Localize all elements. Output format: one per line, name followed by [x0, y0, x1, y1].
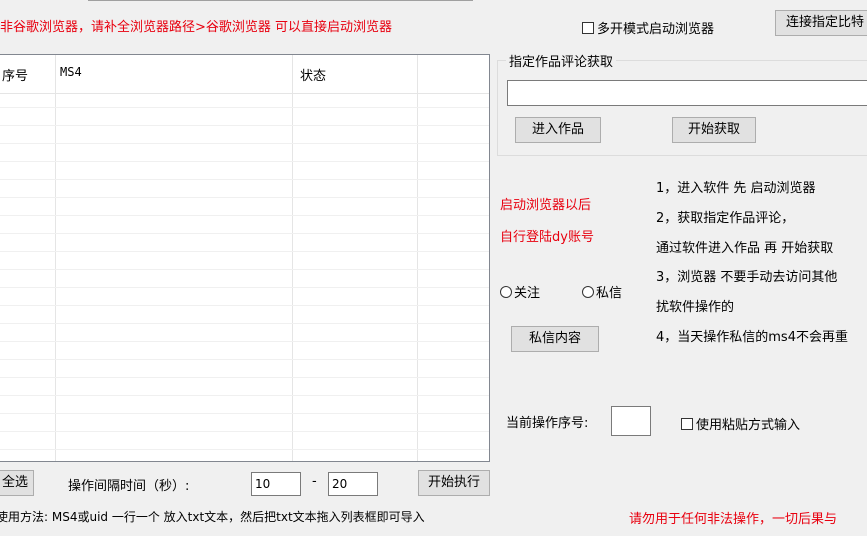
top-divider — [88, 0, 473, 1]
login-notice-line1: 启动浏览器以后 — [500, 198, 592, 213]
interval-min-input[interactable] — [251, 472, 301, 496]
enter-work-button[interactable]: 进入作品 — [515, 117, 601, 143]
usage-instructions: 使用方法: MS4或uid 一行一个 放入txt文本，然后把txt文本拖入列表框… — [0, 510, 425, 524]
row-divider — [0, 233, 489, 234]
select-all-button[interactable]: 全选 — [0, 470, 34, 496]
column-divider — [55, 55, 56, 461]
row-divider — [0, 287, 489, 288]
instruction-line: 扰软件操作的 — [656, 300, 735, 315]
row-divider — [0, 161, 489, 162]
radio-icon[interactable] — [500, 285, 512, 298]
checkbox-icon[interactable] — [681, 417, 693, 430]
message-label: 私信 — [596, 286, 623, 301]
row-divider — [0, 125, 489, 126]
column-index[interactable]: 序号 — [2, 65, 28, 84]
list-header: 序号 MS4 状态 — [0, 55, 489, 94]
row-divider — [0, 305, 489, 306]
row-divider — [0, 323, 489, 324]
row-divider — [0, 341, 489, 342]
follow-label: 关注 — [514, 286, 541, 301]
row-divider — [0, 197, 489, 198]
legal-disclaimer: 请勿用于任何非法操作，一切后果与 — [629, 512, 838, 527]
login-notice-line2: 自行登陆dy账号 — [500, 230, 594, 245]
multi-open-checkbox[interactable]: 多开模式启动浏览器 — [582, 18, 714, 37]
row-divider — [0, 449, 489, 450]
interval-label: 操作间隔时间（秒）: — [68, 479, 190, 494]
column-ms4[interactable]: MS4 — [60, 65, 82, 79]
row-divider — [0, 269, 489, 270]
current-index-input[interactable] — [611, 406, 651, 436]
start-execute-button[interactable]: 开始执行 — [418, 470, 490, 496]
instruction-line: 3，浏览器 不要手动去访问其他 — [656, 270, 838, 285]
ms4-list[interactable]: 序号 MS4 状态 — [0, 54, 490, 462]
column-divider — [417, 55, 418, 461]
comment-fetch-title: 指定作品评论获取 — [506, 51, 617, 70]
column-divider — [292, 55, 293, 461]
row-divider — [0, 413, 489, 414]
column-status[interactable]: 状态 — [300, 65, 326, 84]
connect-browser-button[interactable]: 连接指定比特 — [775, 10, 867, 36]
follow-radio[interactable]: 关注 — [500, 282, 540, 301]
paste-input-checkbox[interactable]: 使用粘贴方式输入 — [681, 414, 800, 433]
row-divider — [0, 359, 489, 360]
instruction-line: 通过软件进入作品 再 开始获取 — [656, 241, 834, 256]
instruction-line: 2，获取指定作品评论， — [656, 211, 795, 226]
work-url-input[interactable] — [507, 80, 867, 106]
row-divider — [0, 143, 489, 144]
row-divider — [0, 179, 489, 180]
row-divider — [0, 395, 489, 396]
radio-icon[interactable] — [582, 285, 594, 298]
instruction-line: 1，进入软件 先 启动浏览器 — [656, 181, 816, 196]
message-radio[interactable]: 私信 — [582, 282, 622, 301]
interval-max-input[interactable] — [328, 472, 378, 496]
current-index-label: 当前操作序号: — [506, 416, 589, 431]
multi-open-label: 多开模式启动浏览器 — [597, 22, 715, 37]
interval-dash: - — [312, 474, 317, 489]
row-divider — [0, 377, 489, 378]
row-divider — [0, 431, 489, 432]
row-divider — [0, 215, 489, 216]
row-divider — [0, 251, 489, 252]
start-fetch-button[interactable]: 开始获取 — [672, 117, 756, 143]
checkbox-icon[interactable] — [582, 21, 594, 34]
paste-input-label: 使用粘贴方式输入 — [696, 418, 801, 433]
row-divider — [0, 107, 489, 108]
browser-path-warning: 非谷歌浏览器，请补全浏览器路径>谷歌浏览器 可以直接启动浏览器 — [0, 20, 393, 35]
instruction-line: 4，当天操作私信的ms4不会再重 — [656, 330, 848, 345]
message-content-button[interactable]: 私信内容 — [511, 326, 599, 352]
